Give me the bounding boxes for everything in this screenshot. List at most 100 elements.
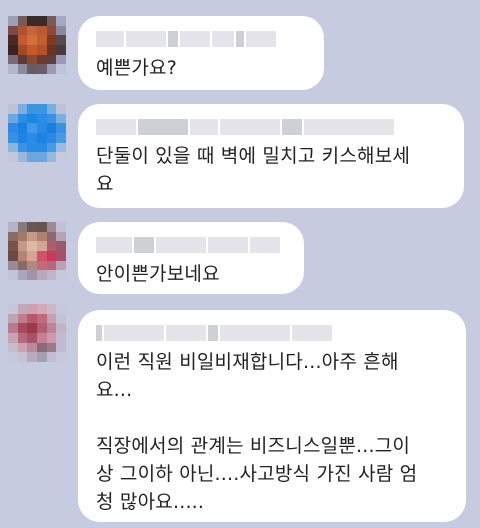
avatar-pixel: [27, 342, 37, 353]
avatar-pixel: [27, 152, 37, 162]
avatar-pixel: [37, 260, 47, 271]
avatar-pixel: [46, 133, 57, 143]
avatar-pixel: [17, 323, 28, 333]
avatar-pixel: [46, 16, 57, 26]
avatar-pixel: [37, 104, 47, 114]
avatar[interactable]: [8, 222, 66, 280]
avatar-pixel: [27, 25, 37, 36]
avatar-pixel: [37, 25, 47, 36]
avatar-pixel: [46, 251, 57, 261]
avatar-pixel: [17, 333, 28, 343]
avatar-pixel: [46, 342, 57, 353]
avatar-pixel: [17, 142, 28, 153]
avatar-pixel: [46, 333, 57, 343]
avatar-pixel: [8, 313, 18, 324]
avatar-pixel: [27, 231, 37, 242]
avatar-pixel: [17, 251, 28, 261]
avatar-pixel: [17, 304, 28, 314]
avatar-pixel: [56, 342, 66, 353]
avatar-pixel: [56, 231, 66, 242]
avatar-pixel: [17, 35, 28, 45]
avatar-pixel: [56, 352, 66, 362]
comment-bubble: 예쁜가요?: [78, 16, 324, 90]
avatar-pixel: [46, 241, 57, 251]
avatar-pixel: [27, 304, 37, 314]
avatar-pixel: [46, 222, 57, 232]
avatar-pixel: [56, 113, 66, 124]
avatar-pixel: [27, 113, 37, 124]
avatar-pixel: [46, 123, 57, 133]
avatar-pixel: [37, 142, 47, 153]
avatar-pixel: [27, 241, 37, 251]
avatar-pixel: [17, 16, 28, 26]
avatar-pixel: [46, 313, 57, 324]
avatar-pixel: [17, 25, 28, 36]
blurred-username: [96, 118, 446, 136]
avatar-pixel: [56, 16, 66, 26]
avatar-pixel: [46, 260, 57, 271]
avatar-pixel: [56, 222, 66, 232]
avatar-pixel: [46, 45, 57, 55]
avatar-pixel: [56, 313, 66, 324]
avatar-pixel: [8, 113, 18, 124]
comment-bubble: 안이쁜가보네요: [78, 222, 304, 294]
avatar-pixel: [17, 104, 28, 114]
avatar-pixel: [8, 16, 18, 26]
avatar-pixel: [46, 323, 57, 333]
avatar-pixel: [37, 222, 47, 232]
comment-bubble: 단둘이 있을 때 벽에 밀치고 키스해보세 요: [78, 104, 464, 208]
avatar-pixel: [37, 45, 47, 55]
avatar[interactable]: [8, 304, 66, 362]
avatar-pixel: [8, 222, 18, 232]
avatar-pixel: [56, 64, 66, 74]
avatar-pixel: [17, 260, 28, 271]
avatar-pixel: [46, 142, 57, 153]
avatar-pixel: [17, 152, 28, 162]
avatar-pixel: [56, 45, 66, 55]
avatar-pixel: [8, 25, 18, 36]
avatar-pixel: [8, 260, 18, 271]
avatar-pixel: [56, 35, 66, 45]
avatar-pixel: [27, 323, 37, 333]
avatar-pixel: [56, 104, 66, 114]
avatar-pixel: [37, 231, 47, 242]
avatar-pixel: [17, 241, 28, 251]
comment-text: 이런 직원 비일비재합니다...아주 흔해 요... 직장에서의 관계는 비즈니…: [96, 351, 418, 513]
avatar-pixel: [56, 304, 66, 314]
avatar-pixel: [46, 64, 57, 74]
avatar-pixel: [17, 45, 28, 55]
blurred-username: [96, 30, 306, 48]
avatar-pixel: [17, 231, 28, 242]
avatar-pixel: [56, 25, 66, 36]
avatar-pixel: [46, 25, 57, 36]
avatar-pixel: [37, 113, 47, 124]
avatar-pixel: [8, 133, 18, 143]
avatar-pixel: [37, 64, 47, 74]
avatar-pixel: [17, 113, 28, 124]
comment-text: 단둘이 있을 때 벽에 밀치고 키스해보세 요: [96, 145, 411, 195]
avatar-pixel: [8, 231, 18, 242]
avatar-pixel: [46, 104, 57, 114]
avatar-pixel: [37, 333, 47, 343]
avatar[interactable]: [8, 104, 66, 162]
avatar[interactable]: [8, 16, 66, 74]
avatar-pixel: [56, 270, 66, 280]
blurred-username: [96, 236, 286, 254]
avatar-pixel: [37, 133, 47, 143]
avatar-pixel: [46, 113, 57, 124]
avatar-pixel: [27, 142, 37, 153]
avatar-pixel: [17, 222, 28, 232]
avatar-pixel: [8, 352, 18, 362]
avatar-pixel: [8, 323, 18, 333]
avatar-pixel: [27, 270, 37, 280]
avatar-pixel: [37, 313, 47, 324]
avatar-pixel: [17, 54, 28, 65]
avatar-pixel: [46, 304, 57, 314]
avatar-pixel: [56, 251, 66, 261]
avatar-pixel: [37, 152, 47, 162]
avatar-pixel: [46, 54, 57, 65]
avatar-pixel: [17, 133, 28, 143]
avatar-pixel: [8, 333, 18, 343]
avatar-pixel: [27, 133, 37, 143]
avatar-pixel: [37, 251, 47, 261]
